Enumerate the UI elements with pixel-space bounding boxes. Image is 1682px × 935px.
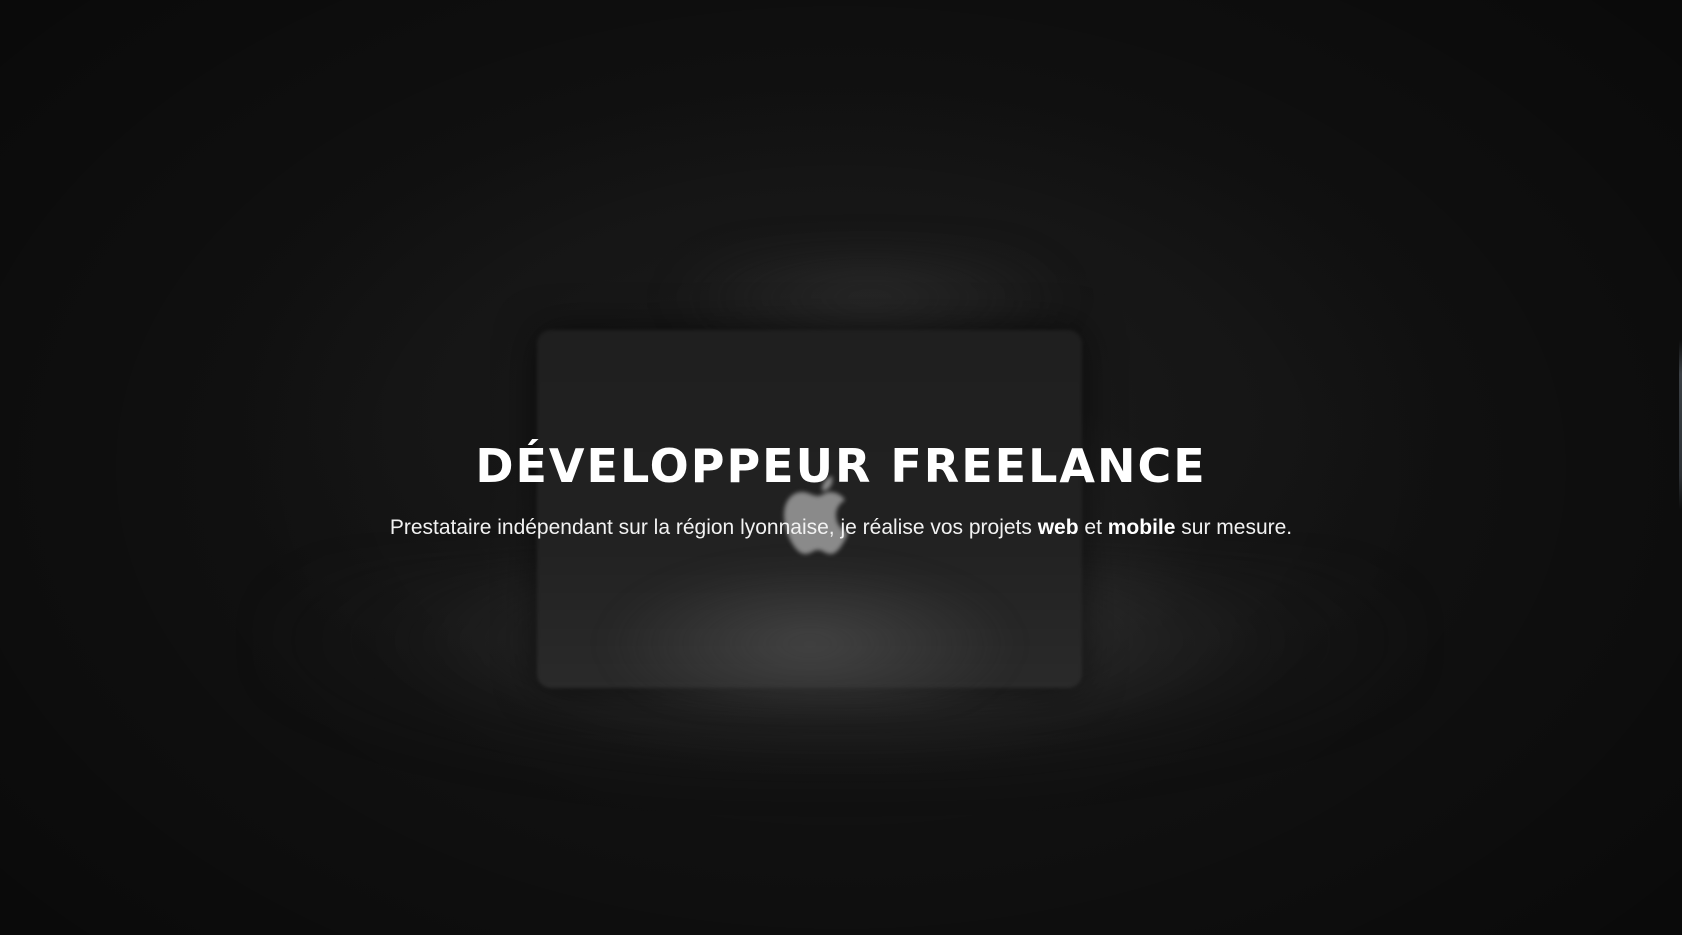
hero-section: DÉVELOPPEUR FREELANCE Prestataire indépe… — [0, 0, 1682, 935]
hero-subtitle-part2: et — [1078, 516, 1108, 539]
hero-subtitle-mobile: mobile — [1107, 516, 1176, 539]
hero-subtitle-web: web — [1037, 516, 1079, 539]
hero-subtitle: Prestataire indépendant sur la région ly… — [0, 514, 1682, 542]
hero-subtitle-part1: Prestataire indépendant sur la région ly… — [389, 516, 1038, 539]
hero-title: DÉVELOPPEUR FREELANCE — [475, 439, 1207, 493]
hero-subtitle-part3: sur mesure. — [1175, 516, 1293, 539]
hero-content: DÉVELOPPEUR FREELANCE Prestataire indépe… — [0, 438, 1682, 542]
